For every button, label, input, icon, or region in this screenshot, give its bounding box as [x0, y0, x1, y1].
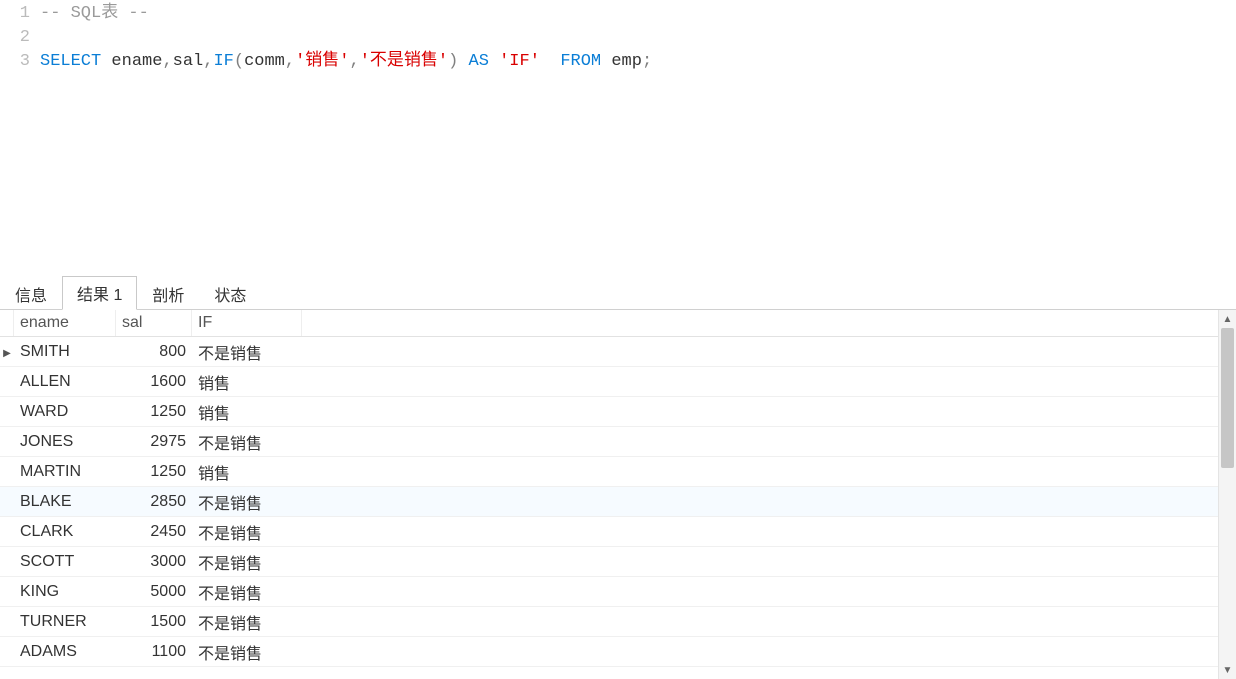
table-row[interactable]: SMITH800不是销售 [0, 337, 1236, 367]
table-row[interactable]: ADAMS1100不是销售 [0, 637, 1236, 667]
line-number: 1 [0, 2, 30, 26]
cell-sal[interactable]: 2450 [116, 520, 192, 544]
cell-ename[interactable]: ADAMS [14, 640, 116, 664]
cell-if[interactable]: 不是销售 [192, 577, 302, 607]
table-row[interactable]: WARD1250销售 [0, 397, 1236, 427]
cell-ename[interactable]: JONES [14, 430, 116, 454]
cell-sal[interactable]: 5000 [116, 580, 192, 604]
grid-body[interactable]: SMITH800不是销售ALLEN1600销售WARD1250销售JONES29… [0, 337, 1236, 667]
vertical-scrollbar[interactable]: ▲ ▼ [1218, 310, 1236, 679]
cell-ename[interactable]: WARD [14, 400, 116, 424]
cell-if[interactable]: 销售 [192, 397, 302, 427]
cell-sal[interactable]: 3000 [116, 550, 192, 574]
cell-if[interactable]: 不是销售 [192, 607, 302, 637]
cell-ename[interactable]: BLAKE [14, 490, 116, 514]
sql-editor[interactable]: 123 -- SQL表 -- SELECT ename,sal,IF(comm,'… [0, 0, 1236, 280]
code-line[interactable]: SELECT ename,sal,IF(comm,'销售','不是销售') AS… [40, 50, 1236, 74]
table-row[interactable]: BLAKE2850不是销售 [0, 487, 1236, 517]
tab-2[interactable]: 剖析 [137, 277, 199, 310]
line-number: 3 [0, 50, 30, 74]
cell-ename[interactable]: SCOTT [14, 550, 116, 574]
line-number: 2 [0, 26, 30, 50]
scroll-up-icon[interactable]: ▲ [1219, 310, 1236, 328]
row-marker-header [0, 310, 14, 336]
cell-ename[interactable]: KING [14, 580, 116, 604]
cell-sal[interactable]: 1100 [116, 640, 192, 664]
col-header-sal[interactable]: sal [116, 310, 192, 336]
table-row[interactable]: KING5000不是销售 [0, 577, 1236, 607]
table-row[interactable]: SCOTT3000不是销售 [0, 547, 1236, 577]
col-header-if[interactable]: IF [192, 310, 302, 336]
table-row[interactable]: JONES2975不是销售 [0, 427, 1236, 457]
cell-ename[interactable]: MARTIN [14, 460, 116, 484]
cell-ename[interactable]: CLARK [14, 520, 116, 544]
table-row[interactable]: TURNER1500不是销售 [0, 607, 1236, 637]
table-row[interactable]: CLARK2450不是销售 [0, 517, 1236, 547]
cell-ename[interactable]: ALLEN [14, 370, 116, 394]
cell-sal[interactable]: 1250 [116, 400, 192, 424]
tab-0[interactable]: 信息 [0, 277, 62, 310]
cell-sal[interactable]: 1600 [116, 370, 192, 394]
cell-sal[interactable]: 1250 [116, 460, 192, 484]
scroll-track[interactable] [1219, 328, 1236, 661]
scroll-down-icon[interactable]: ▼ [1219, 661, 1236, 679]
cell-if[interactable]: 不是销售 [192, 337, 302, 367]
editor-gutter: 123 [0, 2, 40, 280]
code-line[interactable] [40, 26, 1236, 50]
cell-ename[interactable]: TURNER [14, 610, 116, 634]
cell-sal[interactable]: 2975 [116, 430, 192, 454]
code-line[interactable]: -- SQL表 -- [40, 2, 1236, 26]
row-marker [0, 345, 14, 359]
tab-3[interactable]: 状态 [199, 277, 261, 310]
cell-if[interactable]: 不是销售 [192, 637, 302, 667]
table-row[interactable]: ALLEN1600销售 [0, 367, 1236, 397]
cell-if[interactable]: 不是销售 [192, 517, 302, 547]
cell-sal[interactable]: 1500 [116, 610, 192, 634]
grid-header: ename sal IF [0, 310, 1236, 337]
cell-sal[interactable]: 2850 [116, 490, 192, 514]
cell-if[interactable]: 销售 [192, 457, 302, 487]
cell-if[interactable]: 销售 [192, 367, 302, 397]
results-panel: ename sal IF SMITH800不是销售ALLEN1600销售WARD… [0, 310, 1236, 679]
cell-if[interactable]: 不是销售 [192, 427, 302, 457]
cell-ename[interactable]: SMITH [14, 340, 116, 364]
results-grid[interactable]: ename sal IF SMITH800不是销售ALLEN1600销售WARD… [0, 310, 1236, 667]
result-tabs: 信息结果 1剖析状态 [0, 280, 1236, 310]
editor-code[interactable]: -- SQL表 -- SELECT ename,sal,IF(comm,'销售',… [40, 2, 1236, 280]
table-row[interactable]: MARTIN1250销售 [0, 457, 1236, 487]
tab-1[interactable]: 结果 1 [62, 276, 137, 310]
scroll-thumb[interactable] [1221, 328, 1234, 468]
cell-if[interactable]: 不是销售 [192, 487, 302, 517]
col-header-ename[interactable]: ename [14, 310, 116, 336]
cell-sal[interactable]: 800 [116, 340, 192, 364]
cell-if[interactable]: 不是销售 [192, 547, 302, 577]
